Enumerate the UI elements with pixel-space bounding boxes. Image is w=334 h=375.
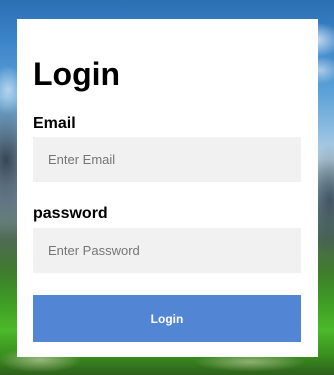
email-label: Email — [33, 115, 76, 132]
login-card: Login Email password Login — [17, 19, 318, 357]
login-title: Login — [33, 56, 121, 92]
email-input[interactable] — [33, 137, 301, 182]
password-input[interactable] — [33, 228, 301, 273]
login-button[interactable]: Login — [33, 295, 301, 342]
password-label: password — [33, 205, 108, 222]
